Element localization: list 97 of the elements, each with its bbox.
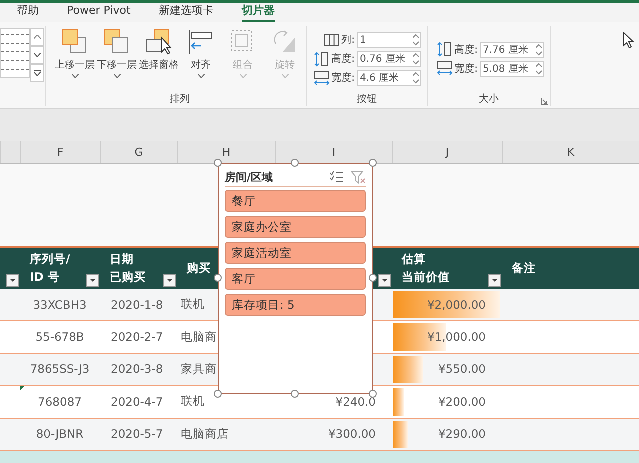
cursor-icon <box>623 32 634 49</box>
multi-select-icon[interactable] <box>330 171 343 183</box>
spinner-icon <box>536 62 542 74</box>
height-icon <box>314 52 330 66</box>
table-cell: 电脑商店 <box>181 426 229 442</box>
resize-handle[interactable] <box>291 390 299 398</box>
height-icon <box>436 42 453 57</box>
header-label: 备注 <box>512 260 536 277</box>
table-cell: 2020-3-8 <box>111 362 164 376</box>
header-label: 估算 当前价值 <box>402 251 450 286</box>
caret-icon <box>10 279 16 282</box>
table-cell: 33XCBH3 <box>33 298 87 312</box>
table-cell: 2020-5-7 <box>111 427 164 442</box>
dialog-launcher-icon <box>541 98 548 105</box>
column-header[interactable]: G <box>100 141 177 163</box>
slicer-panel[interactable]: 房间/区域 餐厅 家庭办公室 家庭活动室 客厅 库存项目: 5 <box>218 163 373 394</box>
table-cell: ¥2,000.00 <box>427 298 486 312</box>
caret-icon <box>492 279 498 282</box>
table-cell: ¥290.00 <box>438 427 486 442</box>
selection-pane-icon <box>145 28 173 56</box>
filter-button[interactable] <box>6 274 19 287</box>
column-header[interactable]: K <box>502 141 639 163</box>
table-cell: 2020-2-7 <box>111 330 164 344</box>
caret-icon <box>90 279 96 282</box>
table-cell: ¥200.00 <box>438 394 486 409</box>
header-label: 序列号/ ID 号 <box>30 251 70 286</box>
spin-field[interactable]: 5.08 厘米 <box>480 60 544 76</box>
ribbon-tab[interactable]: 帮助 <box>17 3 39 22</box>
scroll-up-button[interactable] <box>30 28 44 46</box>
table-cell: 联机 <box>181 297 205 312</box>
caret-icon <box>382 279 388 282</box>
ribbon-button[interactable]: 上移一层 <box>54 26 96 92</box>
header-label: 购买 <box>187 260 211 277</box>
ribbon-button[interactable]: 选择窗格 <box>138 26 180 92</box>
field-label: 列: <box>342 34 355 47</box>
send-backward-icon <box>103 28 131 56</box>
slicer-item[interactable]: 客厅 <box>225 268 366 290</box>
resize-handle[interactable] <box>369 390 377 398</box>
field-label: 宽度: <box>332 72 355 85</box>
filter-button[interactable] <box>378 274 391 287</box>
resize-handle[interactable] <box>214 390 222 398</box>
style-gallery[interactable] <box>0 28 30 78</box>
slicer-item[interactable]: 餐厅 <box>225 190 366 212</box>
spin-field[interactable]: 7.76 厘米 <box>480 42 544 58</box>
spinner-icon <box>413 34 419 46</box>
width-icon <box>314 70 330 86</box>
spin-field[interactable]: 4.6 厘米 <box>357 70 421 86</box>
group-label: 按钮 <box>356 92 378 106</box>
spinner-icon <box>413 72 419 84</box>
ribbon-tab[interactable]: 新建选项卡 <box>158 3 214 22</box>
chevron-down-icon <box>34 53 40 57</box>
header-label: 日期 已购买 <box>110 251 146 286</box>
data-bar <box>393 420 408 448</box>
spinner-icon <box>536 44 542 56</box>
table-cell: 768087 <box>38 394 82 409</box>
table-cell: ¥550.00 <box>438 362 486 376</box>
filter-button[interactable] <box>163 274 176 287</box>
more-icon <box>34 70 40 76</box>
group-label: 大小 <box>478 92 500 106</box>
filter-button[interactable] <box>86 274 99 287</box>
column-header[interactable]: J <box>392 141 502 163</box>
data-bar <box>393 388 404 416</box>
table-cell: 2020-1-8 <box>111 298 164 312</box>
table-cell: 80-JBNR <box>36 427 84 442</box>
filter-button[interactable] <box>488 274 501 287</box>
columns-icon <box>324 32 340 48</box>
slicer-title: 房间/区域 <box>225 170 274 184</box>
slicer-item[interactable]: 家庭办公室 <box>225 216 366 238</box>
table-cell: 家具商 <box>181 362 217 377</box>
table-cell: 电脑商 <box>181 330 217 345</box>
field-label: 宽度: <box>454 62 478 76</box>
table-cell: 55-678B <box>36 330 84 344</box>
table-cell: 7865SS-J3 <box>30 362 90 376</box>
chevron-up-icon <box>34 35 40 39</box>
spin-field[interactable]: 1 <box>357 32 421 48</box>
slicer-item[interactable]: 家庭活动室 <box>225 242 366 264</box>
data-bar <box>393 356 423 384</box>
table-cell: 联机 <box>181 394 205 410</box>
width-icon <box>436 61 453 76</box>
column-header[interactable]: F <box>20 141 100 163</box>
scroll-down-button[interactable] <box>30 46 44 64</box>
ribbon-button[interactable]: 下移一层 <box>96 26 138 92</box>
bring-forward-icon <box>61 28 89 56</box>
field-label: 高度: <box>332 52 355 66</box>
slicer-item[interactable]: 库存项目: 5 <box>225 294 366 316</box>
align-icon <box>187 28 215 56</box>
caret-icon <box>166 279 172 282</box>
spin-field[interactable]: 0.76 厘米 <box>357 51 421 67</box>
more-button[interactable] <box>30 64 44 82</box>
spinner-icon <box>413 53 419 65</box>
ribbon-tab[interactable]: Power Pivot <box>67 3 131 22</box>
table-cell: 2020-4-7 <box>111 394 164 409</box>
field-label: 高度: <box>454 44 478 56</box>
ribbon-button[interactable]: 对齐 <box>180 26 222 92</box>
group-label: 排列 <box>169 92 191 106</box>
table-cell: ¥240.0 <box>336 394 376 409</box>
table-cell: ¥300.00 <box>328 427 376 442</box>
